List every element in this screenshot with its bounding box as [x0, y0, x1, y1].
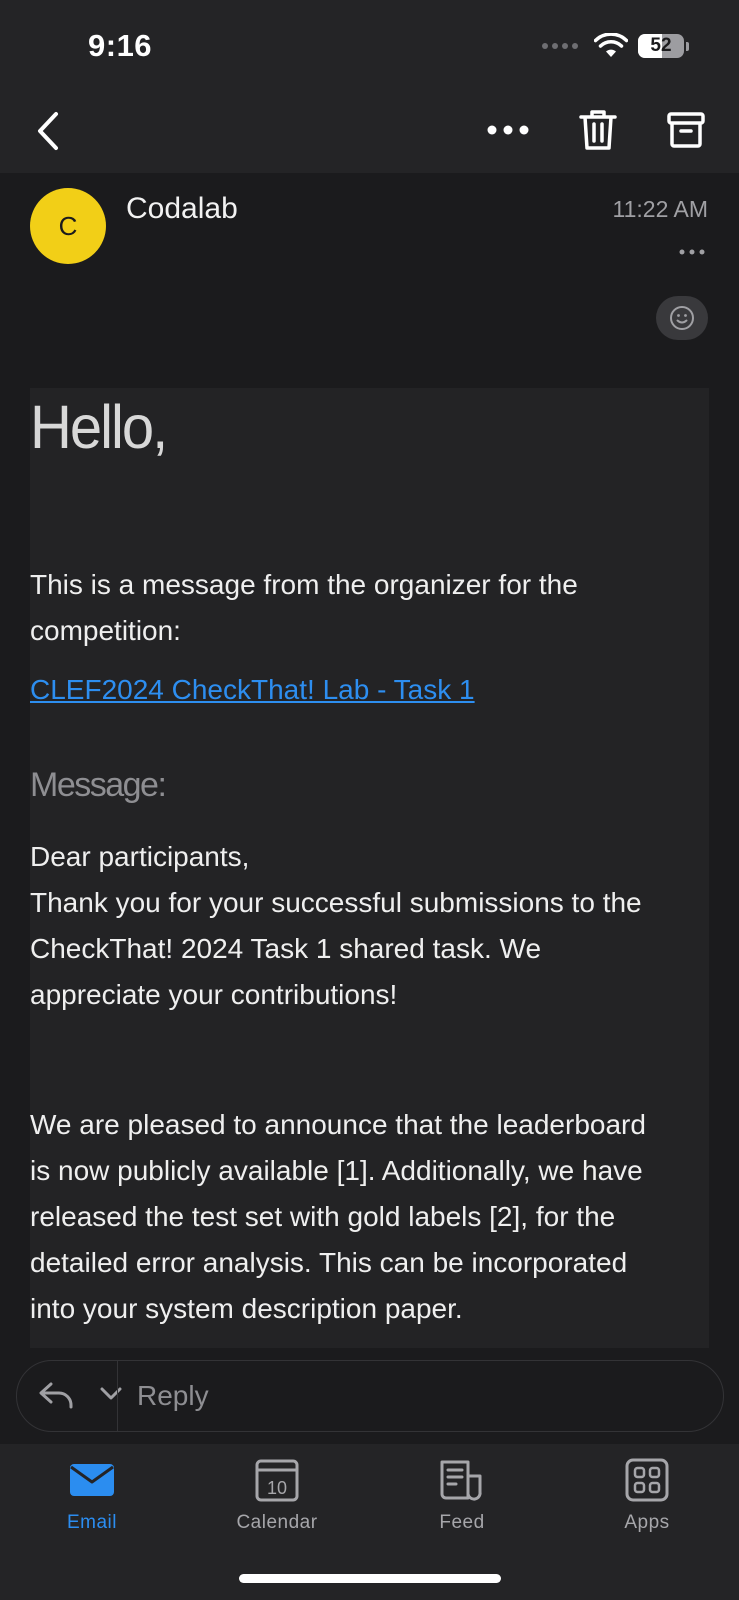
- battery-level: 52: [650, 35, 672, 56]
- reply-icon[interactable]: [37, 1380, 75, 1410]
- apps-grid-icon: [625, 1458, 669, 1502]
- back-icon[interactable]: [30, 106, 66, 156]
- tab-email[interactable]: Email: [32, 1444, 152, 1534]
- feed-icon: [440, 1460, 482, 1501]
- tab-label-calendar: Calendar: [236, 1512, 318, 1533]
- email-body: Hello, This is a message from the organi…: [30, 388, 709, 1348]
- tab-label-apps: Apps: [624, 1512, 670, 1533]
- archive-icon[interactable]: [666, 110, 706, 150]
- tab-label-email: Email: [66, 1512, 117, 1533]
- paragraph-thanks: Dear participants, Thank you for your su…: [30, 841, 642, 1010]
- home-indicator[interactable]: [239, 1574, 501, 1583]
- sender-name[interactable]: Codalab: [126, 192, 238, 226]
- reply-input[interactable]: Reply: [137, 1380, 209, 1412]
- cellular-signal-icon: [542, 43, 578, 49]
- reply-bar[interactable]: Reply: [16, 1360, 724, 1432]
- reaction-button[interactable]: [656, 296, 708, 340]
- status-time: 9:16: [88, 28, 153, 63]
- intro-text: This is a message from the organizer for…: [30, 569, 578, 646]
- message-more-icon[interactable]: [679, 248, 705, 256]
- tab-feed[interactable]: Feed: [402, 1444, 522, 1534]
- envelope-icon: [70, 1464, 114, 1496]
- wifi-icon: [594, 33, 628, 57]
- paragraph-announcement: We are pleased to announce that the lead…: [30, 1109, 646, 1324]
- tab-label-feed: Feed: [439, 1512, 485, 1533]
- tab-calendar[interactable]: 10 Calendar: [217, 1444, 337, 1534]
- battery-icon: 52: [638, 34, 684, 58]
- top-bar: 9:16 52: [0, 0, 739, 173]
- chevron-down-icon[interactable]: [99, 1385, 123, 1401]
- smiley-icon: [670, 306, 694, 330]
- calendar-icon: 10: [255, 1459, 299, 1502]
- sender-avatar[interactable]: C: [30, 188, 106, 264]
- competition-link[interactable]: CLEF2024 CheckThat! Lab - Task 1: [30, 674, 475, 706]
- greeting: Hello,: [30, 393, 168, 462]
- trash-icon[interactable]: [578, 108, 618, 152]
- tab-apps[interactable]: Apps: [587, 1444, 707, 1534]
- reply-divider: [117, 1361, 118, 1431]
- status-icons: 52: [542, 33, 689, 59]
- calendar-day: 10: [267, 1478, 287, 1498]
- message-time: 11:22 AM: [612, 196, 708, 222]
- message-label: Message:: [30, 766, 167, 804]
- more-options-icon[interactable]: [486, 118, 530, 142]
